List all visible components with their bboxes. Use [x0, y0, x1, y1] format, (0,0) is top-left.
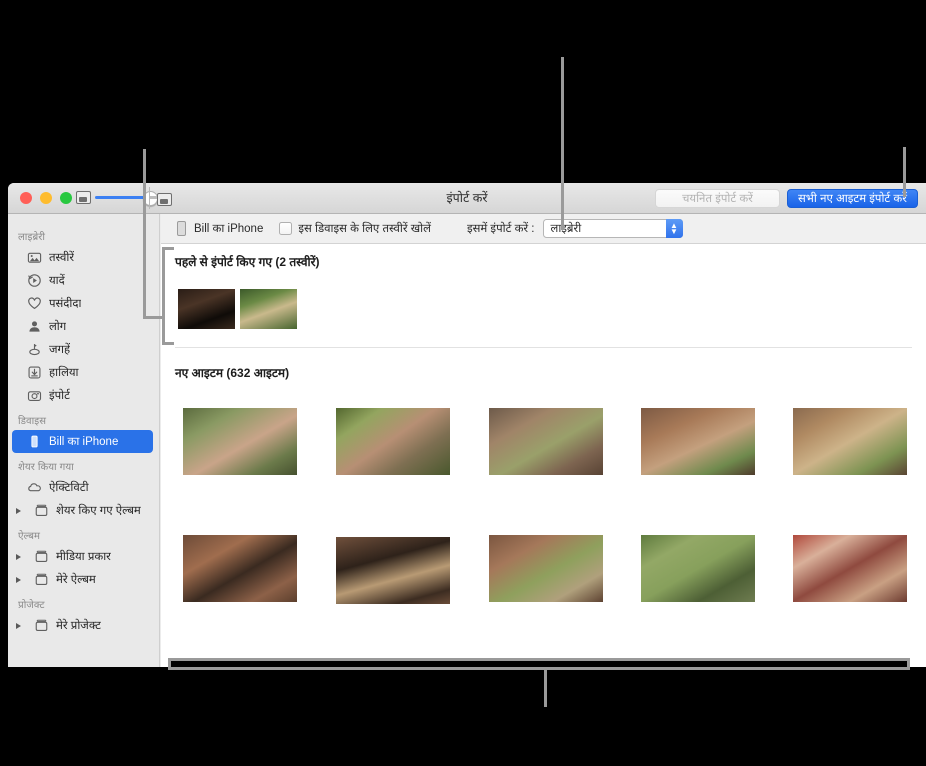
sidebar-item-places[interactable]: जगहें [8, 338, 159, 361]
import-camera-icon [27, 388, 42, 403]
photo-new-1[interactable] [183, 408, 297, 475]
sidebar-item-label: मीडिया प्रकार [56, 549, 111, 564]
sidebar-item-memories[interactable]: यादें [8, 269, 159, 292]
import-to-value: लाइब्रेरी [544, 220, 682, 239]
album-folder-icon [34, 618, 49, 633]
sidebar-item-label: लोग [49, 319, 66, 334]
sidebar-item-label: पसंदीदा [49, 296, 81, 311]
sidebar-item-label: मेरे ऐल्बम [56, 572, 96, 587]
photo-previously-imported-1[interactable] [178, 289, 235, 329]
sidebar-group-library-title: लाइब्रेरी [8, 223, 159, 246]
chevron-updown-icon[interactable]: ▲▼ [666, 219, 683, 238]
section-divider [175, 347, 912, 348]
sidebar-item-label: हालिया [49, 365, 79, 380]
photo-new-4[interactable] [641, 408, 755, 475]
already-imported-heading: पहले से इंपोर्ट किए गए (2 तस्वीरें) [175, 253, 320, 270]
sidebar-item-photos[interactable]: तस्वीरें [8, 246, 159, 269]
chevron-right-icon[interactable] [16, 554, 26, 560]
sidebar-item-label: शेयर किए गए ऐल्बम [56, 503, 141, 518]
sidebar-group-albums-title: ऐल्बम [8, 522, 159, 545]
sidebar-item-label: मेरे प्रोजेक्ट [56, 618, 101, 633]
callout-right-stem [903, 147, 906, 197]
chevron-right-icon[interactable] [16, 508, 26, 514]
photos-icon [27, 250, 42, 265]
callout-bottom-bracket-base [168, 667, 910, 670]
callout-center-stem [561, 57, 564, 230]
chevron-right-icon[interactable] [16, 623, 26, 629]
memories-icon [27, 273, 42, 288]
photo-new-10[interactable] [793, 535, 907, 602]
device-name-label: Bill का iPhone [194, 221, 263, 236]
sidebar: लाइब्रेरी तस्वीरें यादें पसंदीदा लोग [8, 214, 160, 667]
callout-left-bracket-top [162, 247, 174, 250]
sidebar-item-my-albums[interactable]: मेरे ऐल्बम [8, 568, 159, 591]
photo-new-2[interactable] [336, 408, 450, 475]
photo-new-5[interactable] [793, 408, 907, 475]
cloud-icon [27, 480, 42, 495]
recents-download-icon [27, 365, 42, 380]
new-items-heading: नए आइटम (632 आइटम) [175, 364, 289, 381]
chevron-right-icon[interactable] [16, 577, 26, 583]
callout-left-stem [143, 149, 146, 319]
sidebar-group-projects-title: प्रोजेक्ट [8, 591, 159, 614]
import-all-new-items-button[interactable]: सभी नए आइटम इंपोर्ट करें [787, 189, 918, 208]
person-icon [27, 319, 42, 334]
open-photos-for-device-label: इस डिवाइस के लिए तस्वीरें खोलें [298, 221, 431, 236]
import-to-label: इसमें इंपोर्ट करें : [467, 221, 535, 236]
sidebar-item-label: Bill का iPhone [49, 434, 118, 449]
sidebar-item-label: इंपोर्ट [49, 388, 70, 403]
album-folder-icon [34, 503, 49, 518]
sidebar-item-recents[interactable]: हालिया [8, 361, 159, 384]
callout-left-bracket-bottom [162, 342, 174, 345]
sidebar-item-activity[interactable]: ऐक्टिविटी [8, 476, 159, 499]
photo-previously-imported-2[interactable] [240, 289, 297, 329]
open-photos-for-device-checkbox[interactable] [279, 222, 292, 235]
photo-new-6[interactable] [183, 535, 297, 602]
sidebar-item-label: ऐक्टिविटी [49, 480, 89, 495]
sidebar-item-people[interactable]: लोग [8, 315, 159, 338]
album-folder-icon [34, 549, 49, 564]
heart-icon [27, 296, 42, 311]
callout-left-bracket-v [162, 247, 165, 345]
sidebar-item-label: जगहें [49, 342, 70, 357]
photo-new-9[interactable] [641, 535, 755, 602]
sidebar-item-bill-iphone[interactable]: Bill का iPhone [12, 430, 153, 453]
sidebar-item-import[interactable]: इंपोर्ट [8, 384, 159, 407]
iphone-icon [27, 434, 42, 449]
device-bar: Bill का iPhone इस डिवाइस के लिए तस्वीरें… [161, 214, 926, 244]
photo-new-3[interactable] [489, 408, 603, 475]
photo-new-8[interactable] [489, 535, 603, 602]
iphone-icon [177, 221, 186, 236]
album-folder-icon [34, 572, 49, 587]
sidebar-group-shared-title: शेयर किया गया [8, 453, 159, 476]
photo-new-7[interactable] [336, 537, 450, 604]
sidebar-item-label: यादें [49, 273, 65, 288]
import-content-area: Bill का iPhone इस डिवाइस के लिए तस्वीरें… [161, 214, 926, 667]
sidebar-item-shared-albums[interactable]: शेयर किए गए ऐल्बम [8, 499, 159, 522]
sidebar-item-my-projects[interactable]: मेरे प्रोजेक्ट [8, 614, 159, 637]
sidebar-group-devices-title: डिवाइस [8, 407, 159, 430]
sidebar-item-label: तस्वीरें [49, 250, 74, 265]
sidebar-item-favorites[interactable]: पसंदीदा [8, 292, 159, 315]
import-selected-button[interactable]: चयनित इंपोर्ट करें [655, 189, 780, 208]
callout-bottom-stem [544, 667, 547, 707]
places-pin-icon [27, 342, 42, 357]
sidebar-item-media-types[interactable]: मीडिया प्रकार [8, 545, 159, 568]
